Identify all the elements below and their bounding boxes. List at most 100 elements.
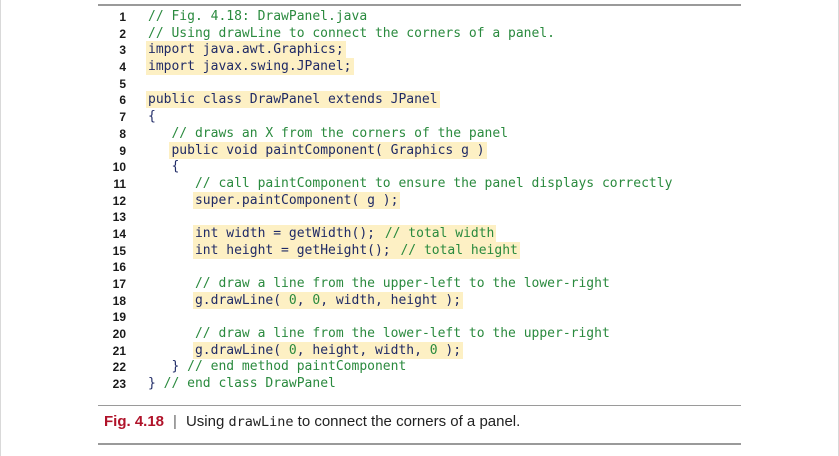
- code-statement: int width = getWidth();: [192, 224, 385, 242]
- code-statement: {: [171, 159, 180, 175]
- code-statement: int height = getHeight();: [192, 241, 401, 259]
- page-left-border: [0, 0, 1, 456]
- top-rule: [98, 4, 741, 6]
- line-text: int height = getHeight(); // total heigh…: [148, 241, 520, 260]
- code-statement: import javax.swing.JPanel;: [146, 58, 354, 76]
- code-statement: import java.awt.Graphics;: [146, 41, 346, 59]
- caption-code-word: drawLine: [228, 414, 294, 430]
- code-statement: super.paintComponent( g );: [192, 191, 401, 209]
- code-line: 9 public void paintComponent( Graphics g…: [98, 141, 741, 160]
- caption-separator: |: [173, 413, 177, 430]
- figure-label: Fig. 4.18: [104, 413, 165, 430]
- line-text: // draw a line from the lower-left to th…: [148, 326, 610, 343]
- line-number: 22: [112, 360, 126, 375]
- line-number: 8: [119, 126, 126, 141]
- code-comment: // draws an X from the corners of the pa…: [171, 125, 509, 141]
- line-number: 1: [119, 10, 126, 24]
- line-text: } // end class DrawPanel: [148, 376, 336, 393]
- line-text: import javax.swing.JPanel;: [146, 58, 354, 76]
- line-text: // draw a line from the upper-left to th…: [148, 276, 610, 293]
- line-text: g.drawLine( 0, height, width, 0 );: [148, 341, 464, 360]
- line-number: 2: [119, 26, 126, 41]
- code-statement: public void paintComponent( Graphics g ): [169, 141, 487, 159]
- line-number: 4: [119, 60, 126, 75]
- code-line: 11 // call paintComponent to ensure the …: [98, 176, 741, 193]
- line-text: } // end method paintComponent: [148, 359, 406, 376]
- line-number: 16: [112, 260, 126, 275]
- code-comment: // Fig. 4.18: DrawPanel.java: [148, 9, 368, 24]
- trailing-comment: // total width: [382, 224, 497, 242]
- code-line: 19: [98, 309, 741, 326]
- line-text: public class DrawPanel extends JPanel: [146, 91, 440, 109]
- caption-text-before: Using: [185, 413, 229, 430]
- code-line: 2 // Using drawLine to connect the corner…: [98, 26, 741, 43]
- code-line: 16: [98, 259, 741, 276]
- numeric-literal: 0: [312, 292, 321, 308]
- code-line: 15 int height = getHeight(); // total he…: [98, 241, 741, 260]
- line-text: public void paintComponent( Graphics g ): [148, 141, 487, 160]
- line-number: 19: [112, 310, 126, 325]
- line-number: 14: [112, 226, 126, 241]
- line-text: super.paintComponent( g );: [148, 191, 401, 210]
- line-number: 11: [113, 176, 126, 191]
- bottom-rule: [98, 443, 741, 445]
- code-line: 7{: [98, 109, 741, 126]
- line-number: 18: [112, 293, 126, 308]
- line-number: 12: [112, 193, 126, 208]
- line-number: 3: [119, 43, 126, 58]
- code-comment: // Using drawLine to connect the corners…: [148, 25, 555, 41]
- line-text: // Fig. 4.18: DrawPanel.java: [148, 9, 367, 26]
- code-statement: g.drawLine( 0, 0, width, height );: [192, 291, 464, 309]
- line-number: 6: [119, 93, 126, 108]
- line-number: 17: [112, 277, 126, 291]
- line-text: // call paintComponent to ensure the pan…: [148, 176, 672, 193]
- numeric-literal: 0: [429, 342, 438, 358]
- code-statement: public class DrawPanel extends JPanel: [146, 91, 440, 109]
- line-number: 5: [119, 76, 126, 91]
- code-comment: // draw a line from the upper-left to th…: [194, 276, 610, 291]
- caption-rule: [98, 405, 741, 406]
- code-line: 18 g.drawLine( 0, 0, width, height );: [98, 291, 741, 310]
- trailing-comment: // end class DrawPanel: [163, 376, 336, 392]
- code-comment: // draw a line from the lower-left to th…: [194, 326, 610, 342]
- line-text: // Using drawLine to connect the corners…: [148, 26, 555, 43]
- code-statement: }: [148, 376, 164, 392]
- code-line: 21 g.drawLine( 0, height, width, 0 );: [98, 341, 741, 360]
- code-comment: // call paintComponent to ensure the pan…: [194, 175, 673, 191]
- line-text: int width = getWidth(); // total width: [148, 224, 497, 243]
- code-line: 13: [98, 209, 741, 226]
- code-statement: g.drawLine( 0, height, width, 0 );: [192, 341, 464, 359]
- code-line: 4 import javax.swing.JPanel;: [98, 58, 741, 76]
- code-line: 12 super.paintComponent( g );: [98, 191, 741, 210]
- code-line: 22 } // end method paintComponent: [98, 359, 741, 376]
- line-number: 15: [112, 243, 126, 258]
- line-text: {: [148, 159, 179, 176]
- line-number: 7: [119, 110, 126, 125]
- line-number: 20: [112, 327, 126, 342]
- code-line: 23} // end class DrawPanel: [98, 376, 741, 393]
- code-line: 17 // draw a line from the upper-left to…: [98, 276, 741, 293]
- line-number: 21: [112, 343, 126, 358]
- line-text: g.drawLine( 0, 0, width, height );: [148, 291, 464, 310]
- line-number: 10: [112, 160, 126, 175]
- code-line: 6 public class DrawPanel extends JPanel: [98, 91, 741, 109]
- line-text: // draws an X from the corners of the pa…: [148, 126, 508, 143]
- line-text: {: [148, 109, 156, 126]
- figure-caption: Fig. 4.18 | Using drawLine to connect the …: [104, 412, 520, 432]
- code-line: 5: [98, 76, 741, 93]
- trailing-comment: // end method paintComponent: [187, 359, 407, 375]
- code-line: 3 import java.awt.Graphics;: [98, 41, 741, 59]
- code-line: 10 {: [98, 159, 741, 176]
- line-number: 9: [119, 143, 126, 158]
- numeric-literal: 0: [288, 292, 297, 308]
- line-number: 13: [112, 210, 126, 225]
